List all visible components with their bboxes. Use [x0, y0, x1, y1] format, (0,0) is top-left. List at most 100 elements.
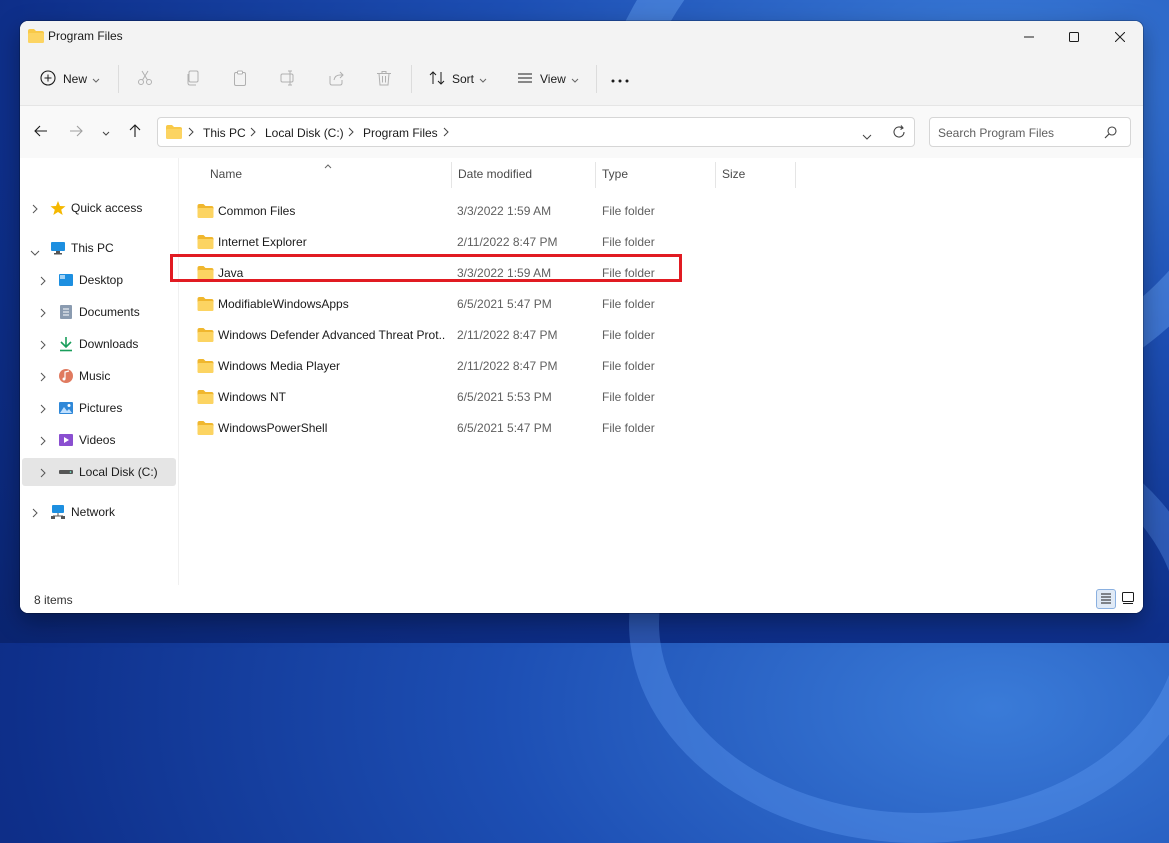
command-bar: New Sort View: [20, 53, 1143, 106]
minimize-button[interactable]: [1006, 21, 1052, 53]
details-view-button[interactable]: [1096, 589, 1116, 609]
chevron-right-icon[interactable]: [40, 339, 46, 353]
column-header-date[interactable]: Date modified: [458, 167, 532, 187]
sidebar-item-local-disk[interactable]: Local Disk (C:): [22, 458, 176, 486]
copy-button[interactable]: [185, 53, 201, 105]
file-list: Name Date modified Type Size Common File…: [179, 158, 1143, 585]
sidebar-item-desktop[interactable]: Desktop: [22, 267, 176, 293]
delete-button[interactable]: [376, 53, 392, 105]
refresh-icon[interactable]: [892, 125, 906, 142]
table-row[interactable]: Internet Explorer 2/11/2022 8:47 PM File…: [189, 227, 689, 257]
table-row[interactable]: Windows Media Player 2/11/2022 8:47 PM F…: [189, 351, 689, 381]
sidebar-item-label: Documents: [79, 305, 140, 319]
folder-icon: [197, 328, 214, 345]
sort-label: Sort: [452, 72, 475, 86]
file-type: File folder: [602, 359, 655, 373]
large-icons-view-button[interactable]: [1118, 589, 1138, 609]
column-header-name[interactable]: Name: [210, 167, 242, 187]
maximize-button[interactable]: [1051, 21, 1097, 53]
sidebar-item-label: Videos: [79, 433, 116, 447]
desktop-icon: [58, 272, 74, 291]
chevron-right-icon[interactable]: [40, 307, 46, 321]
sidebar-item-music[interactable]: Music: [22, 363, 176, 389]
table-row[interactable]: Windows NT 6/5/2021 5:53 PM File folder: [189, 382, 689, 412]
videos-icon: [58, 432, 74, 451]
file-explorer-window: Program Files New Sort View This PC Loca…: [20, 21, 1143, 613]
new-label: New: [63, 72, 88, 86]
chevron-right-icon[interactable]: [40, 467, 46, 481]
search-input[interactable]: Search Program Files: [929, 117, 1131, 147]
back-button[interactable]: [29, 120, 53, 144]
share-icon: [328, 70, 344, 89]
breadcrumb-this-pc[interactable]: This PC: [203, 126, 246, 140]
new-button[interactable]: New: [40, 53, 100, 105]
chevron-down-icon[interactable]: [30, 245, 40, 259]
column-header-type[interactable]: Type: [602, 167, 628, 187]
file-name: Internet Explorer: [218, 235, 307, 249]
sidebar-item-downloads[interactable]: Downloads: [22, 331, 176, 357]
sort-button[interactable]: Sort: [429, 53, 487, 105]
sidebar-item-pictures[interactable]: Pictures: [22, 395, 176, 421]
table-row[interactable]: WindowsPowerShell 6/5/2021 5:47 PM File …: [189, 413, 689, 443]
highlight-box: [170, 254, 682, 282]
sidebar-item-this-pc[interactable]: This PC: [22, 235, 176, 261]
chevron-down-icon[interactable]: [862, 129, 872, 143]
chevron-right-icon[interactable]: [40, 371, 46, 385]
file-date: 6/5/2021 5:47 PM: [457, 421, 552, 435]
share-button[interactable]: [328, 53, 344, 105]
recent-locations-button[interactable]: [94, 120, 118, 144]
sidebar-item-videos[interactable]: Videos: [22, 427, 176, 453]
folder-icon: [197, 390, 214, 407]
forward-button[interactable]: [64, 120, 88, 144]
table-row[interactable]: Common Files 3/3/2022 1:59 AM File folde…: [189, 196, 689, 226]
file-type: File folder: [602, 390, 655, 404]
file-type: File folder: [602, 421, 655, 435]
column-header-size[interactable]: Size: [722, 167, 745, 187]
clipboard-icon: [232, 70, 248, 89]
tiles-view-icon: [1122, 591, 1134, 607]
chevron-right-icon[interactable]: [32, 507, 38, 521]
file-date: 2/11/2022 8:47 PM: [457, 328, 558, 342]
rename-button[interactable]: [280, 53, 296, 105]
sidebar-item-network[interactable]: Network: [22, 499, 176, 525]
address-bar[interactable]: This PC Local Disk (C:) Program Files: [157, 117, 915, 147]
sidebar-item-quick-access[interactable]: Quick access: [22, 195, 176, 221]
search-icon: [1104, 126, 1117, 142]
folder-icon: [197, 297, 214, 314]
breadcrumb-local-disk[interactable]: Local Disk (C:): [265, 126, 344, 140]
chevron-down-icon: [571, 72, 579, 86]
table-row[interactable]: ModifiableWindowsApps 6/5/2021 5:47 PM F…: [189, 289, 689, 319]
chevron-right-icon[interactable]: [40, 403, 46, 417]
sidebar-item-label: Pictures: [79, 401, 123, 415]
chevron-down-icon: [479, 72, 487, 86]
see-more-button[interactable]: [611, 53, 629, 105]
paste-button[interactable]: [232, 53, 248, 105]
file-date: 3/3/2022 1:59 AM: [457, 204, 552, 218]
column-divider[interactable]: [451, 162, 452, 188]
column-divider[interactable]: [595, 162, 596, 188]
table-row[interactable]: Windows Defender Advanced Threat Prot...…: [189, 320, 689, 350]
chevron-right-icon: [443, 126, 449, 140]
chevron-right-icon: [188, 126, 194, 140]
file-name: ModifiableWindowsApps: [218, 297, 349, 311]
chevron-right-icon[interactable]: [40, 435, 46, 449]
chevron-right-icon[interactable]: [40, 275, 46, 289]
up-button[interactable]: [123, 120, 147, 144]
view-button[interactable]: View: [517, 53, 579, 105]
folder-icon: [197, 235, 214, 252]
cut-button[interactable]: [137, 53, 153, 105]
column-divider[interactable]: [795, 162, 796, 188]
network-icon: [50, 504, 66, 523]
folder-icon: [28, 29, 44, 46]
sidebar-item-documents[interactable]: Documents: [22, 299, 176, 325]
star-icon: [50, 200, 66, 219]
view-label: View: [540, 72, 566, 86]
chevron-down-icon: [92, 72, 100, 86]
folder-icon: [197, 204, 214, 221]
breadcrumb-program-files[interactable]: Program Files: [363, 126, 438, 140]
chevron-right-icon[interactable]: [32, 203, 38, 217]
file-name: Common Files: [218, 204, 296, 218]
close-button[interactable]: [1097, 21, 1143, 53]
column-divider[interactable]: [715, 162, 716, 188]
details-view-icon: [1100, 592, 1112, 607]
